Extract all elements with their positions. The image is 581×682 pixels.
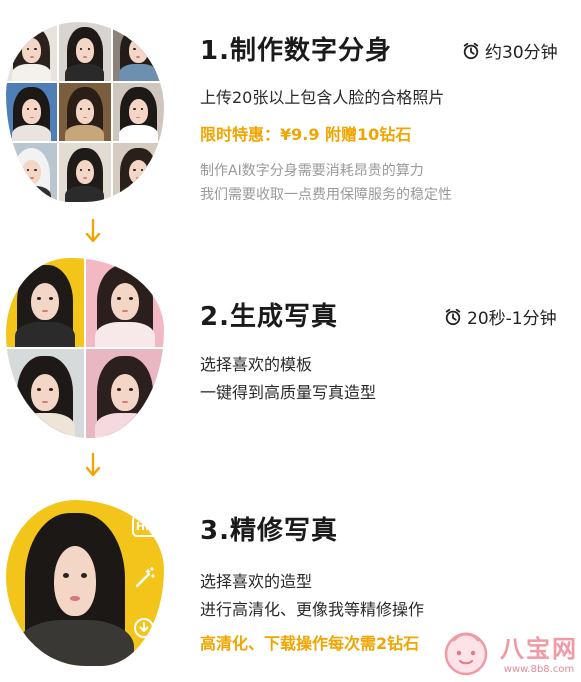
watermark-url: www.8b8.com [503, 664, 575, 675]
selfie-photo [6, 22, 58, 81]
baby-face-logo [444, 632, 488, 676]
selfie-photo [59, 22, 111, 81]
step1-title: 1.制作数字分身 [200, 36, 392, 66]
selfie-photo [112, 22, 164, 81]
hd-icon[interactable]: HD [132, 515, 158, 537]
watermark: 八宝网 www.8b8.com [440, 626, 578, 678]
portrait-photo [86, 349, 164, 438]
alarm-clock-icon [463, 42, 479, 59]
portrait-templates [6, 258, 164, 438]
selfie-photo [112, 143, 164, 202]
step2-time: 20秒-1分钟 [444, 304, 557, 329]
download-icon[interactable] [132, 616, 156, 640]
step2-title: 2.生成写真 [200, 302, 338, 332]
portrait-photo [6, 349, 84, 438]
selfie-photo [59, 143, 111, 202]
step1-time: 约30分钟 [462, 38, 558, 63]
step1-line-1: 上传20张以上包含人脸的合格照片 [200, 88, 445, 107]
watermark-text: 八宝网 [500, 635, 578, 663]
step2-line-2: 一键得到高质量写真造型 [200, 383, 377, 402]
step1-price-highlight: 限时特惠：¥9.9 附赠10钻石 [200, 125, 412, 144]
portrait-photo [6, 258, 84, 347]
selfie-photo [112, 82, 164, 142]
step3-title: 3.精修写真 [200, 516, 338, 546]
portrait-photo [86, 258, 164, 347]
step3-cost-highlight: 高清化、下载操作每次需2钻石 [200, 634, 420, 653]
step2-time-text: 20秒-1分钟 [467, 309, 557, 329]
step3-line-2: 进行高清化、更像我等精修操作 [200, 600, 425, 619]
step2-line-1: 选择喜欢的模板 [200, 355, 313, 374]
step3-line-1: 选择喜欢的造型 [200, 572, 313, 591]
selfie-collage [6, 22, 164, 202]
step1-note-1: 制作AI数字分身需要消耗昂贵的算力 [200, 163, 424, 179]
step1-note-2: 我们需要收取一点费用保障服务的稳定性 [200, 187, 452, 203]
selfie-photo [59, 82, 111, 142]
alarm-clock-icon [445, 308, 461, 325]
selfie-photo [6, 82, 58, 142]
selfie-photo [6, 143, 58, 202]
magic-wand-icon[interactable] [133, 566, 157, 590]
arrow-down-icon [85, 218, 101, 243]
arrow-down-icon [85, 452, 101, 477]
portrait-photo [16, 500, 134, 666]
step1-time-text: 约30分钟 [485, 43, 558, 63]
